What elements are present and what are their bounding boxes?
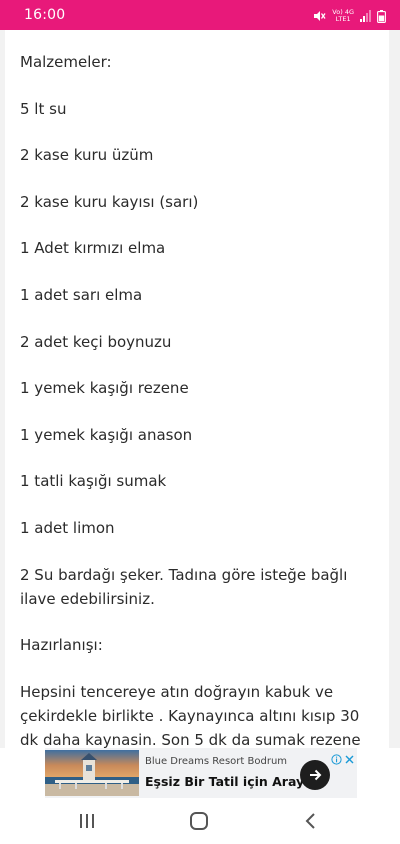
ad-close-icon[interactable]: [344, 750, 355, 764]
article-paragraph: Hepsini tencereye atın doğrayın kabuk ve…: [20, 682, 361, 748]
article-paragraph: 1 tatli kaşığı sumak: [20, 472, 167, 491]
ad-sponsor[interactable]: Blue Dreams Resort Bodrum: [145, 756, 287, 767]
article-paragraph: 2 adet keçi boynuzu: [20, 332, 172, 351]
ad-title[interactable]: Eşsiz Bir Tatil için Arayın: [145, 774, 317, 789]
ad-banner[interactable]: Blue Dreams Resort Bodrum Eşsiz Bir Tati…: [0, 748, 400, 798]
article-paragraph: 1 Adet kırmızı elma: [20, 239, 166, 258]
status-bar: 16:00 Vo) 4G LTE1: [0, 0, 400, 30]
article-paragraph: 5 lt su: [20, 99, 67, 118]
ad-image[interactable]: [45, 750, 139, 796]
ad-container[interactable]: Blue Dreams Resort Bodrum Eşsiz Bir Tati…: [45, 748, 357, 798]
status-time: 16:00: [24, 7, 66, 23]
navigation-bar: [0, 798, 400, 844]
article-paragraph: 1 yemek kaşığı anason: [20, 425, 193, 444]
ad-info-icon[interactable]: [331, 750, 342, 765]
home-icon[interactable]: [187, 811, 211, 831]
battery-icon: [377, 9, 386, 23]
page-background: Malzemeler: 5 lt su 2 kase kuru üzüm 2 k…: [0, 30, 400, 748]
back-icon[interactable]: [299, 811, 323, 831]
article-paragraph: 1 yemek kaşığı rezene: [20, 379, 189, 398]
mute-icon: [313, 10, 326, 22]
article-card: Malzemeler: 5 lt su 2 kase kuru üzüm 2 k…: [5, 30, 389, 748]
article-paragraph: 2 kase kuru kayısı (sarı): [20, 192, 199, 211]
volte-icon: Vo) 4G LTE1: [332, 9, 354, 23]
ad-open-button[interactable]: [300, 760, 330, 790]
recipe-article: Malzemeler: 5 lt su 2 kase kuru üzüm 2 k…: [20, 50, 375, 748]
article-paragraph: 1 adet limon: [20, 518, 115, 537]
article-paragraph: 1 adet sarı elma: [20, 285, 143, 304]
network-label-bottom: LTE1: [335, 15, 351, 23]
recent-apps-icon[interactable]: [75, 811, 99, 831]
article-paragraph: 2 kase kuru üzüm: [20, 146, 154, 165]
status-icons: Vo) 4G LTE1: [313, 8, 386, 24]
article-paragraph: 2 Su bardağı şeker. Tadına göre isteğe b…: [20, 565, 348, 608]
article-paragraph: Malzemeler:: [20, 53, 112, 71]
signal-icon: [360, 10, 371, 22]
article-paragraph: Hazırlanışı:: [20, 636, 103, 655]
arrow-right-icon: [310, 769, 322, 781]
